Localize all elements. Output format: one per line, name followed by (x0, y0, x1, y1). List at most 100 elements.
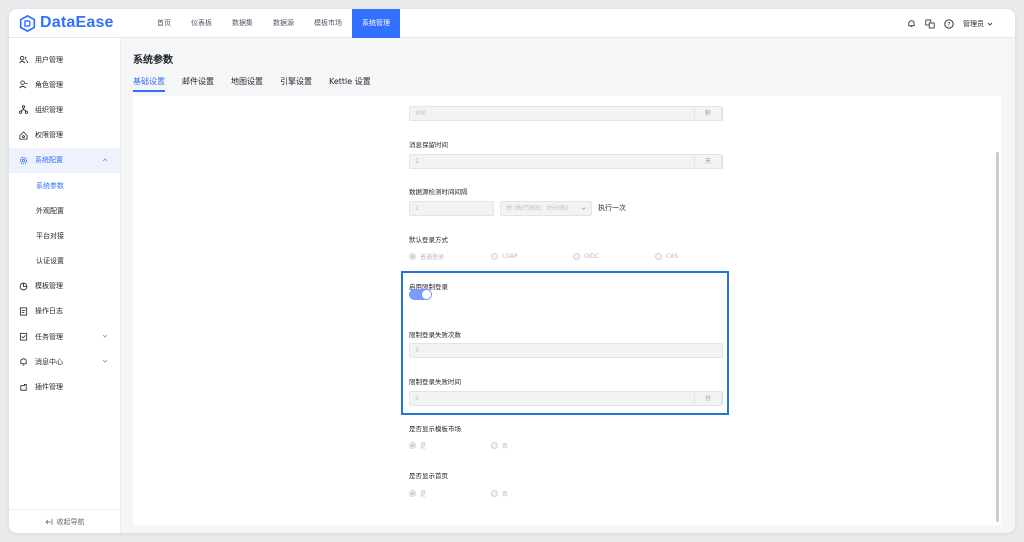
log-icon (19, 307, 28, 316)
fail-count-input[interactable]: 3 (409, 343, 723, 358)
sidebar-item-label: 操作日志 (35, 307, 63, 316)
radio-dot (655, 253, 662, 260)
radio-market-no[interactable]: 否 (491, 441, 573, 450)
top-field-suffix: 秒 (694, 106, 722, 121)
chevron-down-icon (581, 207, 586, 210)
sidebar-item-system-params[interactable]: 系统参数 (9, 173, 120, 198)
top-field-value: 300 (415, 110, 427, 117)
collapse-icon (44, 518, 52, 525)
radio-label: 否 (502, 491, 509, 498)
radio-oidc[interactable]: OIDC (573, 252, 655, 261)
sidebar-item-label: 用户管理 (35, 55, 63, 64)
plugin-icon (19, 383, 28, 392)
fail-time-value: 2 (415, 395, 419, 402)
help-icon[interactable]: ? (944, 18, 954, 29)
sidebar-item-users[interactable]: 用户管理 (9, 47, 120, 72)
template-icon (19, 282, 28, 291)
dataease-logo-icon (19, 14, 36, 32)
sidebar-item-label: 组织管理 (35, 105, 63, 114)
sidebar-item-org[interactable]: 组织管理 (9, 97, 120, 122)
sidebar-item-auth[interactable]: 认证设置 (9, 249, 120, 274)
scrollbar[interactable] (996, 152, 999, 522)
collapse-nav-button[interactable]: 收起导航 (9, 509, 120, 533)
sidebar: 用户管理 角色管理 组织管理 权限管理 系统配置 系统参数 外观配置 平台对接 … (9, 38, 121, 533)
radio-cas[interactable]: CAS (655, 252, 737, 261)
logo[interactable]: DataEase (19, 14, 114, 32)
radio-label: CAS (666, 253, 679, 260)
sidebar-item-label: 权限管理 (35, 131, 63, 140)
fail-time-suffix: 分 (694, 391, 722, 406)
app-window: DataEase 首页 仪表板 数据集 数据源 模板市场 系统管理 ? 管理员 (9, 9, 1015, 533)
radio-dot (573, 253, 580, 260)
radio-market-yes[interactable]: 是 (409, 441, 491, 450)
sidebar-item-label: 模板管理 (35, 282, 63, 291)
org-icon (19, 105, 28, 115)
bell-icon (19, 357, 28, 366)
top-right-tools: ? 管理员 (906, 9, 993, 38)
nav-home[interactable]: 首页 (147, 9, 181, 38)
nav-template-market[interactable]: 模板市场 (304, 9, 352, 38)
sidebar-item-plugins[interactable]: 插件管理 (9, 374, 120, 399)
users-icon (19, 55, 28, 64)
tab-kettle[interactable]: Kettle 设置 (329, 74, 371, 92)
ds-check-input[interactable]: 1 (409, 201, 494, 216)
radio-label: 是 (420, 491, 427, 498)
nav-datasource[interactable]: 数据源 (263, 9, 304, 38)
msg-retention-input[interactable]: 2 天 (409, 154, 723, 169)
sidebar-item-label: 插件管理 (35, 383, 63, 392)
show-home-radios: 是 否 (409, 489, 573, 498)
radio-normal-login[interactable]: 普通登录 (409, 252, 491, 261)
radio-home-yes[interactable]: 是 (409, 489, 491, 498)
sidebar-item-roles[interactable]: 角色管理 (9, 72, 120, 97)
tab-basic[interactable]: 基础设置 (133, 74, 165, 92)
collapse-nav-label: 收起导航 (56, 517, 85, 526)
ds-check-value: 1 (415, 205, 419, 212)
sidebar-item-platform[interactable]: 平台对接 (9, 223, 120, 248)
main-content: 系统参数 基础设置 邮件设置 地图设置 引擎设置 Kettle 设置 300 秒… (121, 38, 1015, 533)
translate-icon[interactable] (925, 19, 935, 29)
permission-icon (19, 130, 28, 140)
show-market-label: 是否显示模板市场 (409, 425, 461, 433)
user-menu[interactable]: 管理员 (963, 19, 993, 29)
msg-retention-suffix: 天 (694, 154, 722, 169)
tab-engine[interactable]: 引擎设置 (280, 74, 312, 92)
ds-check-after-text: 执行一次 (598, 204, 626, 212)
task-icon (19, 332, 28, 341)
nav-dataset[interactable]: 数据集 (222, 9, 263, 38)
sidebar-item-label: 消息中心 (35, 357, 63, 366)
ds-check-unit-select[interactable]: 时 (执行时间：0分0秒) (500, 201, 592, 216)
tab-email[interactable]: 邮件设置 (182, 74, 214, 92)
tab-map[interactable]: 地图设置 (231, 74, 263, 92)
top-field-input[interactable]: 300 秒 (409, 106, 723, 121)
limit-login-toggle[interactable] (409, 289, 432, 300)
sidebar-item-system-config[interactable]: 系统配置 (9, 147, 120, 173)
ds-check-unit-value: 时 (执行时间：0分0秒) (506, 205, 569, 212)
sidebar-item-label: 系统配置 (35, 156, 63, 165)
radio-dot (491, 253, 498, 260)
sidebar-item-logs[interactable]: 操作日志 (9, 299, 120, 324)
show-market-radios: 是 否 (409, 441, 573, 450)
chevron-up-icon (102, 158, 108, 162)
radio-label: OIDC (584, 253, 600, 260)
bell-icon[interactable] (906, 19, 916, 29)
radio-label: LDAP (502, 253, 518, 260)
nav-dashboard[interactable]: 仪表板 (181, 9, 222, 38)
sidebar-item-templates[interactable]: 模板管理 (9, 274, 120, 299)
chevron-down-icon (987, 22, 993, 26)
sidebar-item-appearance[interactable]: 外观配置 (9, 198, 120, 223)
chevron-down-icon (102, 359, 108, 363)
settings-panel: 300 秒 消息保留时间 2 天 数据源检测时间间隔 1 时 (执行时间：0分0… (133, 96, 1001, 525)
radio-ldap[interactable]: LDAP (491, 252, 573, 261)
radio-label: 普通登录 (420, 254, 445, 261)
sidebar-item-tasks[interactable]: 任务管理 (9, 324, 120, 349)
radio-home-no[interactable]: 否 (491, 489, 573, 498)
settings-tabs: 基础设置 邮件设置 地图设置 引擎设置 Kettle 设置 (133, 74, 371, 92)
sidebar-item-messages[interactable]: 消息中心 (9, 349, 120, 374)
page-title: 系统参数 (133, 55, 173, 66)
fail-time-input[interactable]: 2 分 (409, 391, 723, 406)
nav-system-management[interactable]: 系统管理 (352, 9, 400, 38)
sidebar-item-permission[interactable]: 权限管理 (9, 123, 120, 148)
sidebar-item-label: 任务管理 (35, 332, 63, 341)
fail-time-label: 限制登录失败时间 (409, 378, 461, 386)
radio-label: 是 (420, 443, 427, 450)
